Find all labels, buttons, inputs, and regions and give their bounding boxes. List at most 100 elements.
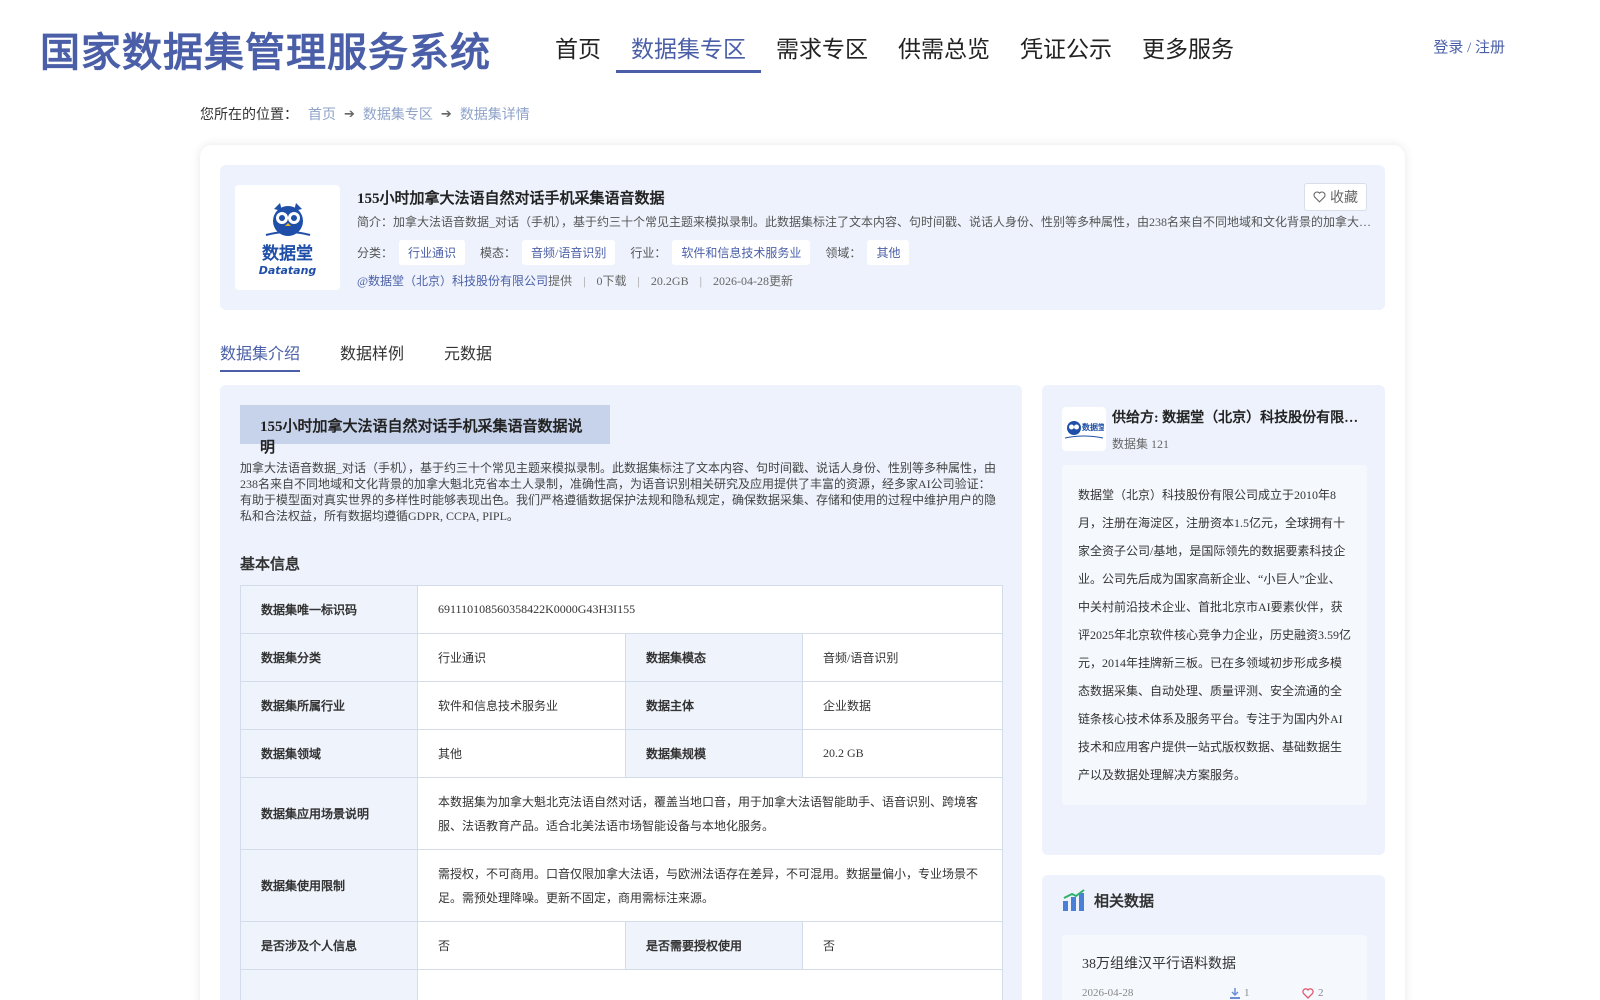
list-item[interactable]: 38万组维汉平行语料数据 2026-04-28 1 2	[1062, 935, 1367, 1000]
cell-label: 数据集唯一标识码	[240, 585, 418, 634]
provider-card: 数据堂 供给方: 数据堂（北京）科技股份有限公司 数据集 121 数据堂（北京）…	[1042, 385, 1385, 855]
bar-chart-icon	[1063, 889, 1085, 911]
owl-logo-icon: 数据堂	[1064, 421, 1104, 439]
tab-introduction[interactable]: 数据集介绍	[220, 340, 301, 372]
nav-demands[interactable]: 需求专区	[761, 30, 883, 73]
breadcrumb-home[interactable]: 首页	[308, 104, 336, 124]
description-title: 155小时加拿大法语自然对话手机采集语音数据说明	[240, 405, 610, 456]
tag-label-category: 分类：	[357, 246, 394, 260]
logo-text-en: Datatang	[258, 263, 317, 277]
table-row: 数据集分类 行业通识 数据集模态 音频/语音识别	[240, 633, 1003, 682]
separator: |	[699, 274, 702, 288]
table-row: 数据集使用限制 需授权，不可商用。口音仅限加拿大法语，与欧洲法语存在差异，不可混…	[240, 849, 1003, 922]
cell-label: 数据集分类	[240, 633, 418, 682]
detail-tabs: 数据集介绍 数据样例 元数据	[220, 340, 532, 372]
logo-text-cn: 数据堂	[262, 243, 313, 264]
provider-suffix: 提供	[548, 274, 573, 288]
breadcrumb-current[interactable]: 数据集详情	[460, 104, 530, 124]
related-header: 相关数据	[1062, 889, 1154, 911]
dataset-intro: 简介：加拿大法语音数据_对话（手机），基于约三十个常见主题来模拟录制。此数据集标…	[357, 215, 1372, 229]
cell-label: 数据集规模	[625, 729, 803, 778]
nav-home[interactable]: 首页	[540, 30, 616, 73]
table-row: 是否涉及个人信息 否 是否需要授权使用 否	[240, 921, 1003, 970]
nav-datasets[interactable]: 数据集专区	[616, 30, 761, 73]
arrow-right-icon: ➔	[440, 106, 452, 122]
cell-value: 企业数据	[802, 681, 1003, 730]
owl-logo-icon	[265, 202, 310, 236]
provider-dataset-count: 数据集 121	[1112, 437, 1170, 451]
table-row: 数据集所属行业 软件和信息技术服务业 数据主体 企业数据	[240, 681, 1003, 730]
breadcrumb: 您所在的位置： 首页 ➔ 数据集专区 ➔ 数据集详情	[200, 104, 530, 124]
cell-value: 691110108560358422K0000G43H3I155	[417, 585, 1003, 634]
provider-description: 数据堂（北京）科技股份有限公司成立于2010年8月，注册在海淀区，注册资本1.5…	[1062, 465, 1367, 805]
heart-icon	[1313, 191, 1326, 203]
cell-value: 20.2 GB	[802, 729, 1003, 778]
tag-modality[interactable]: 音频/语音识别	[522, 240, 616, 265]
table-row: 数据集应用场景说明 本数据集为加拿大魁北克法语自然对话，覆盖当地口音，用于加拿大…	[240, 777, 1003, 850]
cell-label: 是否需要授权使用	[625, 921, 803, 970]
cell-value: 行业通识	[417, 633, 626, 682]
tag-industry[interactable]: 软件和信息技术服务业	[672, 240, 811, 265]
related-title: 相关数据	[1094, 893, 1155, 910]
basic-info-table: 数据集唯一标识码 691110108560358422K0000G43H3I15…	[240, 585, 1003, 1000]
like-count: 2	[1318, 987, 1324, 999]
svg-text:数据堂: 数据堂	[1082, 422, 1104, 432]
provider-logo: 数据堂 Datatang	[235, 185, 340, 290]
breadcrumb-label: 您所在的位置：	[200, 108, 298, 123]
description-text: 加拿大法语音数据_对话（手机），基于约三十个常见主题来模拟录制。此数据集标注了文…	[240, 461, 997, 523]
cell-label: 数据集应用场景说明	[240, 777, 418, 850]
login-register-link[interactable]: 登录 / 注册	[1433, 36, 1505, 57]
table-row: 数据集领域 其他 数据集规模 20.2 GB	[240, 729, 1003, 778]
site-header: 国家数据集管理服务系统 首页 数据集专区 需求专区 供需总览 凭证公示 更多服务…	[0, 0, 1600, 90]
breadcrumb-datasets[interactable]: 数据集专区	[363, 104, 433, 124]
tag-label-modality: 模态：	[480, 246, 517, 260]
cell-label: 数据集所属行业	[240, 681, 418, 730]
cell-value: 本数据集为加拿大魁北克法语自然对话，覆盖当地口音，用于加拿大法语智能助手、语音识…	[417, 777, 1003, 850]
download-icon	[1230, 987, 1240, 999]
cell-label	[240, 969, 418, 1000]
cell-label: 数据集模态	[625, 633, 803, 682]
dataset-title: 155小时加拿大法语自然对话手机采集语音数据	[357, 191, 665, 207]
nav-certificates[interactable]: 凭证公示	[1005, 30, 1127, 73]
provider-link[interactable]: @数据堂（北京）科技股份有限公司	[357, 274, 548, 288]
basic-info-title: 基本信息	[240, 557, 301, 573]
cell-value: 否	[417, 921, 626, 970]
cell-label: 数据主体	[625, 681, 803, 730]
separator: |	[637, 274, 640, 288]
introduction-panel: 155小时加拿大法语自然对话手机采集语音数据说明 加拿大法语音数据_对话（手机）…	[220, 385, 1022, 1000]
provider-avatar[interactable]: 数据堂	[1062, 407, 1106, 451]
nav-overview[interactable]: 供需总览	[883, 30, 1005, 73]
cell-value: 其他	[417, 729, 626, 778]
provider-name[interactable]: 供给方: 数据堂（北京）科技股份有限公司	[1112, 407, 1372, 427]
update-date: 2026-04-28更新	[712, 274, 793, 288]
favorite-label: 收藏	[1330, 191, 1358, 206]
tag-domain[interactable]: 其他	[867, 240, 910, 265]
cell-value	[417, 969, 1003, 1000]
tab-samples[interactable]: 数据样例	[340, 340, 404, 372]
dataset-size: 20.2GB	[650, 274, 689, 288]
tag-category[interactable]: 行业通识	[399, 240, 466, 265]
cell-label: 是否涉及个人信息	[240, 921, 418, 970]
related-data-card: 相关数据 38万组维汉平行语料数据 2026-04-28 1 2	[1042, 875, 1385, 1000]
dataset-summary: 数据堂 Datatang 155小时加拿大法语自然对话手机采集语音数据 收藏 简…	[220, 165, 1385, 310]
cell-value: 软件和信息技术服务业	[417, 681, 626, 730]
dataset-tags: 分类： 行业通识 模态： 音频/语音识别 行业： 软件和信息技术服务业 领域： …	[357, 240, 924, 265]
related-item-likes: 2	[1302, 987, 1324, 999]
separator: |	[583, 274, 586, 288]
cell-value: 需授权，不可商用。口音仅限加拿大法语，与欧洲法语存在差异，不可混用。数据量偏小，…	[417, 849, 1003, 922]
table-row: 数据集唯一标识码 691110108560358422K0000G43H3I15…	[240, 585, 1003, 634]
favorite-button[interactable]: 收藏	[1304, 183, 1367, 211]
arrow-right-icon: ➔	[344, 106, 355, 122]
related-item-title[interactable]: 38万组维汉平行语料数据	[1082, 953, 1236, 973]
tag-label-industry: 行业：	[630, 246, 667, 260]
tag-label-domain: 领域：	[825, 246, 862, 260]
nav-more-services[interactable]: 更多服务	[1127, 30, 1249, 73]
site-title[interactable]: 国家数据集管理服务系统	[40, 20, 491, 78]
download-count: 0下载	[596, 274, 627, 288]
dataset-meta: @数据堂（北京）科技股份有限公司提供 | 0下载 | 20.2GB | 2026…	[357, 272, 793, 289]
related-item-date: 2026-04-28	[1082, 987, 1134, 999]
download-count: 1	[1244, 987, 1250, 999]
tab-metadata[interactable]: 元数据	[444, 340, 492, 372]
cell-label: 数据集领域	[240, 729, 418, 778]
cell-value: 否	[802, 921, 1003, 970]
